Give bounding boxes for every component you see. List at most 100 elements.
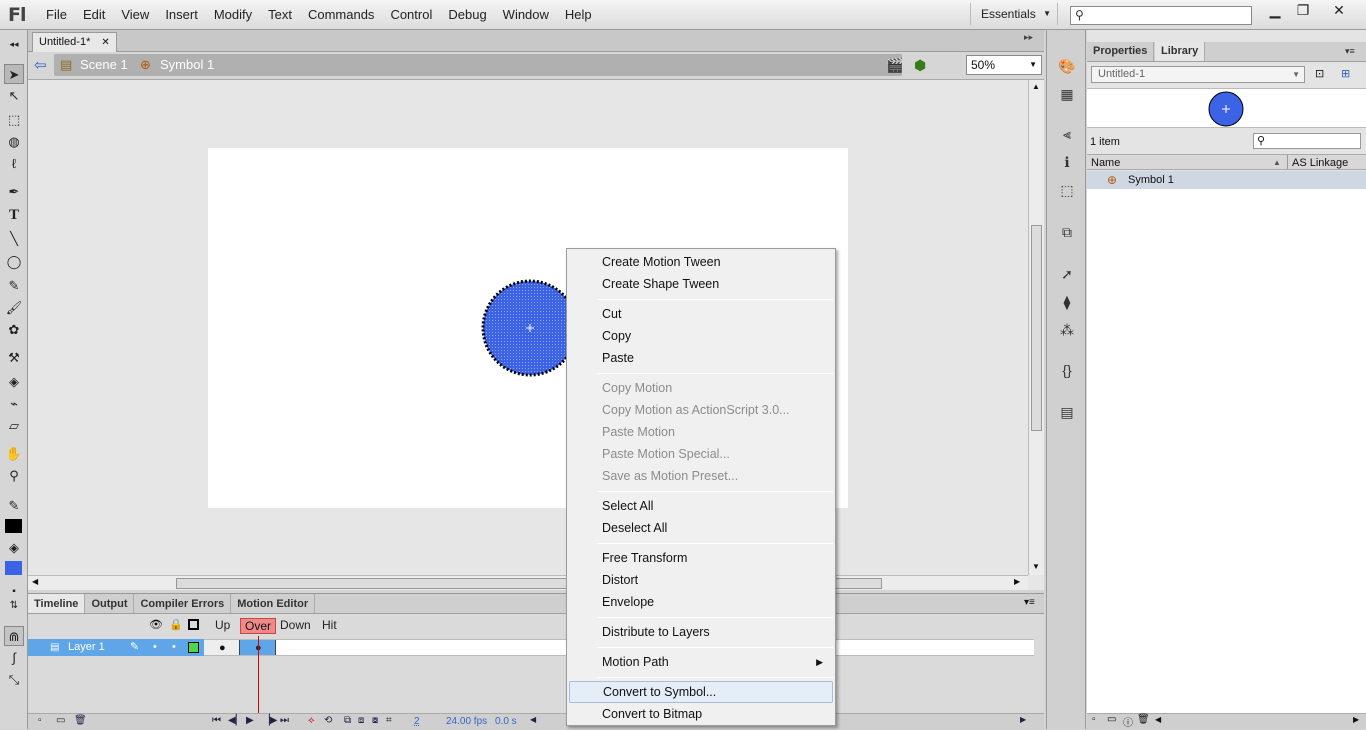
menu-item-distribute-to-layers[interactable]: Distribute to Layers <box>569 621 833 643</box>
col-linkage[interactable]: AS Linkage <box>1292 156 1348 170</box>
loop-icon[interactable]: ⟲ <box>324 715 332 726</box>
eraser-tool-icon[interactable]: ▱ <box>4 416 24 436</box>
zoom-tool-icon[interactable]: ⚲ <box>4 466 24 486</box>
fps-value[interactable]: 24.00 fps <box>446 716 487 727</box>
menu-item-convert-to-bitmap[interactable]: Convert to Bitmap <box>569 703 833 725</box>
scroll-right-icon[interactable]: ▶ <box>1014 577 1020 586</box>
menu-debug[interactable]: Debug <box>440 0 494 30</box>
horizontal-scrollbar[interactable]: ◀ ▶ <box>28 575 1028 590</box>
snap-to-objects-icon[interactable]: ⋒ <box>4 626 24 646</box>
brush-tool-icon[interactable]: 🖌 <box>4 298 24 318</box>
edit-multiple-frames-icon[interactable]: ⧇ <box>372 715 378 726</box>
straighten-icon[interactable]: ⤡ <box>4 670 24 690</box>
3d-rotation-tool-icon[interactable]: ◍ <box>4 132 24 152</box>
minimize-button[interactable]: ▁ <box>1260 0 1290 22</box>
current-frame-value[interactable]: 2 <box>414 716 420 727</box>
menu-view[interactable]: View <box>113 0 157 30</box>
delete-icon[interactable]: 🗑 <box>74 715 87 726</box>
scroll-up-icon[interactable]: ▲ <box>1032 82 1040 91</box>
first-frame-icon[interactable]: ⏮ <box>212 715 221 726</box>
pencil-tool-icon[interactable]: ✎ <box>4 276 24 296</box>
new-folder-icon[interactable]: ▭ <box>56 715 65 726</box>
tab-library[interactable]: Library <box>1155 42 1206 61</box>
lock-dot[interactable]: • <box>172 639 176 656</box>
library-item[interactable]: ⊕ Symbol 1 <box>1087 171 1366 189</box>
new-symbol-icon[interactable]: ▫ <box>1092 714 1096 725</box>
center-frame-icon[interactable]: ⟡ <box>308 715 315 726</box>
menu-item-motion-path[interactable]: Motion Path ▶ <box>569 651 833 673</box>
menu-window[interactable]: Window <box>495 0 557 30</box>
modify-markers-icon[interactable]: ⌗ <box>386 715 392 726</box>
edit-symbols-icon[interactable]: ⬢ <box>914 57 926 74</box>
layer-row[interactable]: ▤ Layer 1 ✎ • • <box>28 639 204 656</box>
selection-tool-icon[interactable]: ➤ <box>4 64 24 84</box>
new-library-panel-icon[interactable]: ⊞ <box>1341 67 1350 80</box>
circle-symbol[interactable] <box>480 278 580 378</box>
show-hide-eye-icon[interactable]: 👁 <box>149 618 163 631</box>
hand-tool-icon[interactable]: ✋ <box>4 444 24 464</box>
panel-menu-icon[interactable]: ▾≡ <box>1024 597 1035 608</box>
step-forward-icon[interactable]: ▕▶ <box>262 715 277 726</box>
delete-icon[interactable]: 🗑 <box>1137 714 1150 725</box>
pin-library-icon[interactable]: ⊡ <box>1315 67 1324 80</box>
onion-skin-icon[interactable]: ⧉ <box>344 715 351 726</box>
help-search-input[interactable]: ⚲ <box>1070 6 1252 25</box>
expand-arrows-icon[interactable]: ▸▸ <box>1024 32 1033 43</box>
free-transform-tool-icon[interactable]: ⬚ <box>4 110 24 130</box>
col-name[interactable]: Name <box>1091 156 1120 170</box>
lock-icon[interactable]: 🔒 <box>169 618 183 631</box>
back-arrow-icon[interactable]: ⇦ <box>34 56 47 74</box>
line-tool-icon[interactable]: ╲ <box>4 229 24 249</box>
workspace-switcher[interactable]: Essentials ▼ <box>970 3 1058 25</box>
last-frame-icon[interactable]: ⏭ <box>280 715 289 726</box>
breadcrumb-symbol[interactable]: Symbol 1 <box>160 57 214 72</box>
actions-panel-icon[interactable]: {} <box>1057 360 1077 380</box>
close-icon[interactable]: ✕ <box>101 37 109 48</box>
eyedropper-tool-icon[interactable]: ⌁ <box>4 394 24 414</box>
scroll-left-icon[interactable]: ◀ <box>1155 715 1161 724</box>
step-back-icon[interactable]: ◀▏ <box>228 715 243 726</box>
tab-compiler-errors[interactable]: Compiler Errors <box>134 594 232 613</box>
menu-text[interactable]: Text <box>260 0 300 30</box>
close-window-button[interactable]: ✕ <box>1324 0 1354 22</box>
tab-properties[interactable]: Properties <box>1087 42 1155 61</box>
menu-edit[interactable]: Edit <box>75 0 113 30</box>
properties-icon[interactable]: ⓘ <box>1123 714 1133 729</box>
menu-insert[interactable]: Insert <box>157 0 206 30</box>
visible-dot[interactable]: • <box>153 639 157 656</box>
tab-output[interactable]: Output <box>85 594 135 613</box>
menu-item-create-motion-tween[interactable]: Create Motion Tween <box>569 251 833 273</box>
color-panel-icon[interactable]: 🎨 <box>1057 56 1077 76</box>
scroll-down-icon[interactable]: ▼ <box>1032 562 1040 571</box>
play-icon[interactable]: ▶ <box>246 715 254 726</box>
scene-panel-icon[interactable]: ⧉ <box>1057 222 1077 242</box>
components-panel-icon[interactable]: ⧫ <box>1057 292 1077 312</box>
onion-outline-icon[interactable]: ⧈ <box>358 715 364 726</box>
collapse-arrows-icon[interactable]: ◂◂ <box>4 34 24 54</box>
scroll-left-icon[interactable]: ◀ <box>32 577 38 586</box>
smooth-icon[interactable]: ∫ <box>4 648 24 668</box>
new-folder-icon[interactable]: ▭ <box>1107 714 1116 725</box>
document-tab[interactable]: Untitled-1* ✕ <box>32 32 117 52</box>
menu-item-cut[interactable]: Cut <box>569 303 833 325</box>
menu-item-select-all[interactable]: Select All <box>569 495 833 517</box>
menu-item-create-shape-tween[interactable]: Create Shape Tween <box>569 273 833 295</box>
vertical-scrollbar[interactable]: ▲ ▼ <box>1028 80 1044 575</box>
panel-menu-icon[interactable]: ▾≡ <box>1345 42 1355 61</box>
menu-item-deselect-all[interactable]: Deselect All <box>569 517 833 539</box>
menu-item-paste[interactable]: Paste <box>569 347 833 369</box>
transform-panel-icon[interactable]: ⬚ <box>1057 180 1077 200</box>
lasso-tool-icon[interactable]: ℓ <box>4 154 24 174</box>
paint-bucket-tool-icon[interactable]: ◈ <box>4 372 24 392</box>
fill-color-swatch[interactable] <box>5 561 22 575</box>
text-tool-icon[interactable]: T <box>4 205 24 225</box>
playhead[interactable] <box>258 636 259 716</box>
vertical-scroll-thumb[interactable] <box>1031 225 1042 431</box>
layer-color-swatch[interactable] <box>188 642 199 653</box>
stroke-color-swatch[interactable] <box>5 519 22 533</box>
menu-modify[interactable]: Modify <box>206 0 260 30</box>
menu-file[interactable]: File <box>38 0 75 30</box>
menu-control[interactable]: Control <box>382 0 440 30</box>
scroll-right-icon[interactable]: ▶ <box>1020 715 1026 724</box>
scroll-left-icon[interactable]: ◀ <box>530 715 536 724</box>
